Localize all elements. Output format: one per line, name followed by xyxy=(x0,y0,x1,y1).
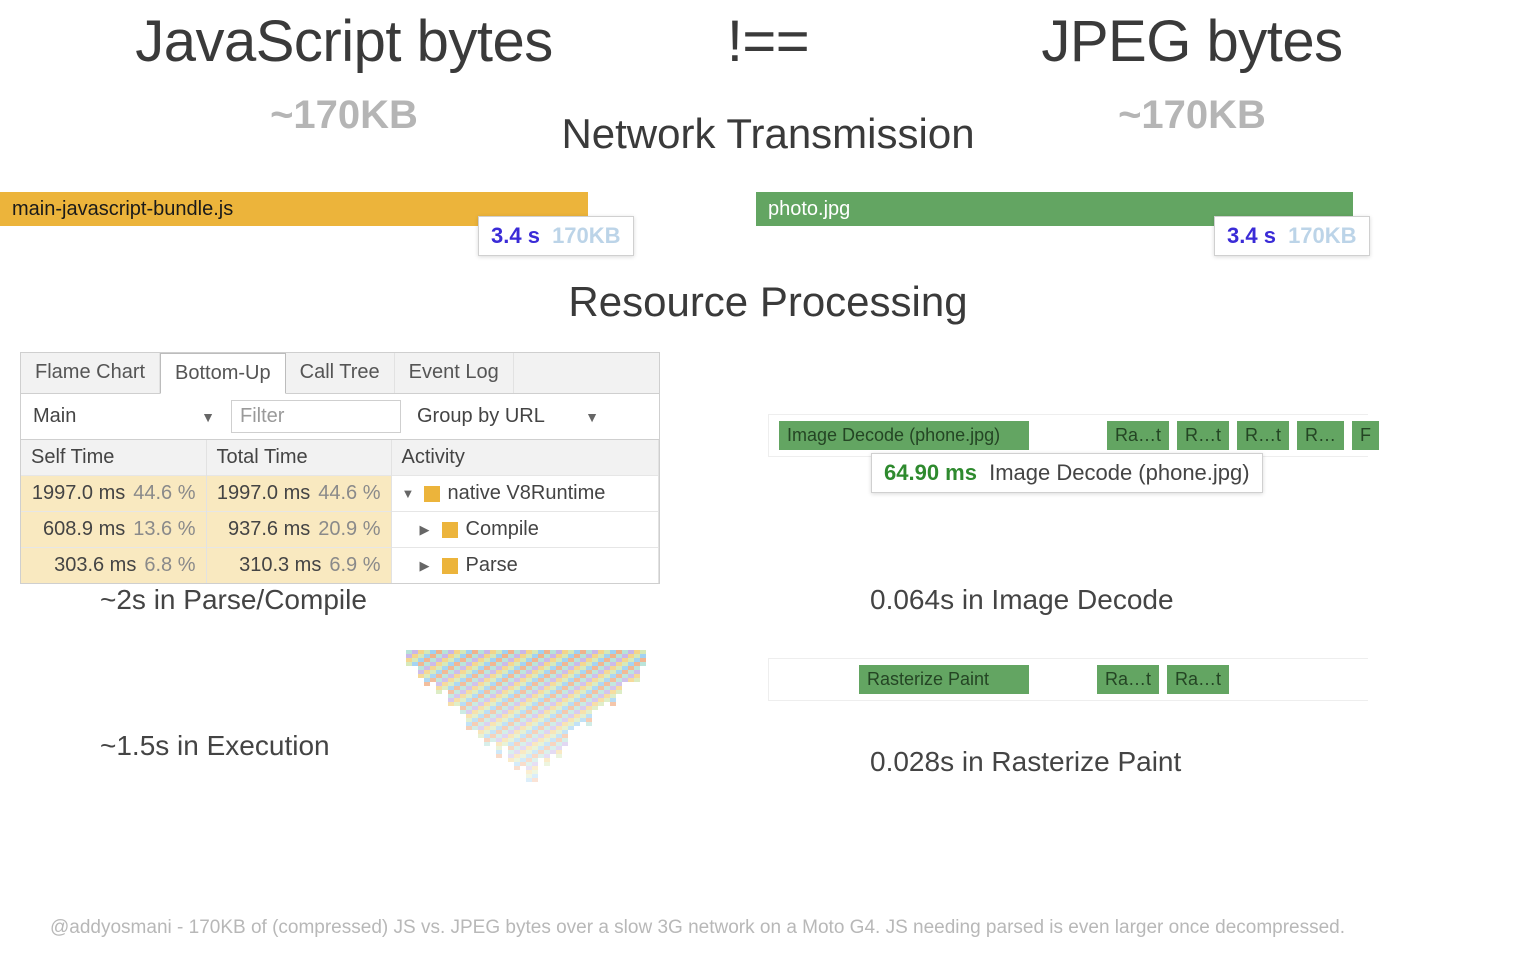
group-select[interactable]: Group by URL ▼ xyxy=(413,403,603,430)
tab-call-tree[interactable]: Call Tree xyxy=(286,353,395,393)
not-equal-operator: !== xyxy=(688,8,848,75)
group-select-value: Group by URL xyxy=(417,405,545,428)
timeline-segment: Ra…t xyxy=(1107,421,1169,450)
col-total-time[interactable]: Total Time xyxy=(206,440,391,476)
cell-self-time: 1997.0 ms44.6 % xyxy=(21,476,206,512)
timeline-segment: Ra…t xyxy=(1097,665,1159,694)
chevron-down-icon: ▼ xyxy=(201,409,215,425)
cell-total-time: 1997.0 ms44.6 % xyxy=(206,476,391,512)
title-js: JavaScript bytes xyxy=(0,8,688,75)
timeline-segment: Image Decode (phone.jpg) xyxy=(779,421,1029,450)
timeline-decode: Image Decode (phone.jpg)Ra…tR…tR…tR…F 64… xyxy=(768,414,1368,457)
caption-parse-compile: ~2s in Parse/Compile xyxy=(100,584,367,616)
activity-swatch-icon xyxy=(424,486,440,502)
table-row[interactable]: 1997.0 ms44.6 %1997.0 ms44.6 % ▼ native V8… xyxy=(21,476,659,512)
section-network-title: Network Transmission xyxy=(0,110,1536,158)
timeline-segment: F xyxy=(1352,421,1379,450)
caption-raster: 0.028s in Rasterize Paint xyxy=(870,746,1181,778)
network-bar-jpg-label: photo.jpg xyxy=(768,198,850,221)
cell-activity: ▶ Parse xyxy=(391,548,659,584)
badge-js-time: 3.4 s xyxy=(491,223,540,248)
tab-event-log[interactable]: Event Log xyxy=(395,353,514,393)
timeline-segment: R…t xyxy=(1177,421,1229,450)
cell-self-time: 608.9 ms13.6 % xyxy=(21,512,206,548)
col-self-time[interactable]: Self Time xyxy=(21,440,206,476)
activity-label: Parse xyxy=(466,554,518,577)
cell-total-time: 937.6 ms20.9 % xyxy=(206,512,391,548)
tab-bottom-up[interactable]: Bottom-Up xyxy=(160,353,286,394)
tooltip-ms: 64.90 ms xyxy=(884,460,977,485)
flame-chart-thumbnail xyxy=(406,650,666,790)
badge-jpg-time: 3.4 s xyxy=(1227,223,1276,248)
timeline-segment: Rasterize Paint xyxy=(859,665,1029,694)
timeline-decode-tooltip: 64.90 ms Image Decode (phone.jpg) xyxy=(871,453,1263,493)
activity-label: native V8Runtime xyxy=(448,482,606,505)
badge-jpg-size: 170KB xyxy=(1288,223,1356,248)
activity-label: Compile xyxy=(466,518,539,541)
timeline-raster: Rasterize Paint Ra…t Ra…t xyxy=(768,658,1368,701)
caption-execution: ~1.5s in Execution xyxy=(100,730,330,762)
activity-swatch-icon xyxy=(442,522,458,538)
disclosure-triangle-icon[interactable]: ▶ xyxy=(420,558,434,574)
headline-operator: !== xyxy=(688,8,848,75)
caption-decode: 0.064s in Image Decode xyxy=(870,584,1174,616)
timeline-segment: Ra…t xyxy=(1167,665,1229,694)
badge-jpg: 3.4 s 170KB xyxy=(1214,216,1370,256)
section-processing-title: Resource Processing xyxy=(0,278,1536,326)
devtools-filter-row: Main ▼ Filter Group by URL ▼ xyxy=(21,394,659,440)
thread-select-value: Main xyxy=(33,405,76,428)
title-jpeg: JPEG bytes xyxy=(848,8,1536,75)
timeline-segment: R…t xyxy=(1237,421,1289,450)
cell-activity: ▼ native V8Runtime xyxy=(391,476,659,512)
activity-swatch-icon xyxy=(442,558,458,574)
badge-js-size: 170KB xyxy=(552,223,620,248)
devtools-panel: Flame Chart Bottom-Up Call Tree Event Lo… xyxy=(20,352,660,584)
table-row[interactable]: 303.6 ms6.8 %310.3 ms6.9 % ▶ Parse xyxy=(21,548,659,584)
network-bar-js-label: main-javascript-bundle.js xyxy=(12,198,233,221)
cell-activity: ▶ Compile xyxy=(391,512,659,548)
badge-js: 3.4 s 170KB xyxy=(478,216,634,256)
cell-self-time: 303.6 ms6.8 % xyxy=(21,548,206,584)
disclosure-triangle-icon[interactable]: ▼ xyxy=(402,486,416,501)
disclosure-triangle-icon[interactable]: ▶ xyxy=(420,522,434,538)
thread-select[interactable]: Main ▼ xyxy=(29,403,219,430)
devtools-tabs: Flame Chart Bottom-Up Call Tree Event Lo… xyxy=(21,353,659,394)
tab-flame-chart[interactable]: Flame Chart xyxy=(21,353,160,393)
timeline-segment: R… xyxy=(1297,421,1344,450)
tooltip-label: Image Decode (phone.jpg) xyxy=(989,460,1250,485)
footer-credit: @addyosmani - 170KB of (compressed) JS v… xyxy=(50,917,1345,939)
chevron-down-icon: ▼ xyxy=(585,409,599,425)
profile-table: Self Time Total Time Activity 1997.0 ms4… xyxy=(21,440,659,583)
cell-total-time: 310.3 ms6.9 % xyxy=(206,548,391,584)
table-row[interactable]: 608.9 ms13.6 %937.6 ms20.9 % ▶ Compile xyxy=(21,512,659,548)
col-activity[interactable]: Activity xyxy=(391,440,659,476)
filter-input[interactable]: Filter xyxy=(231,400,401,433)
